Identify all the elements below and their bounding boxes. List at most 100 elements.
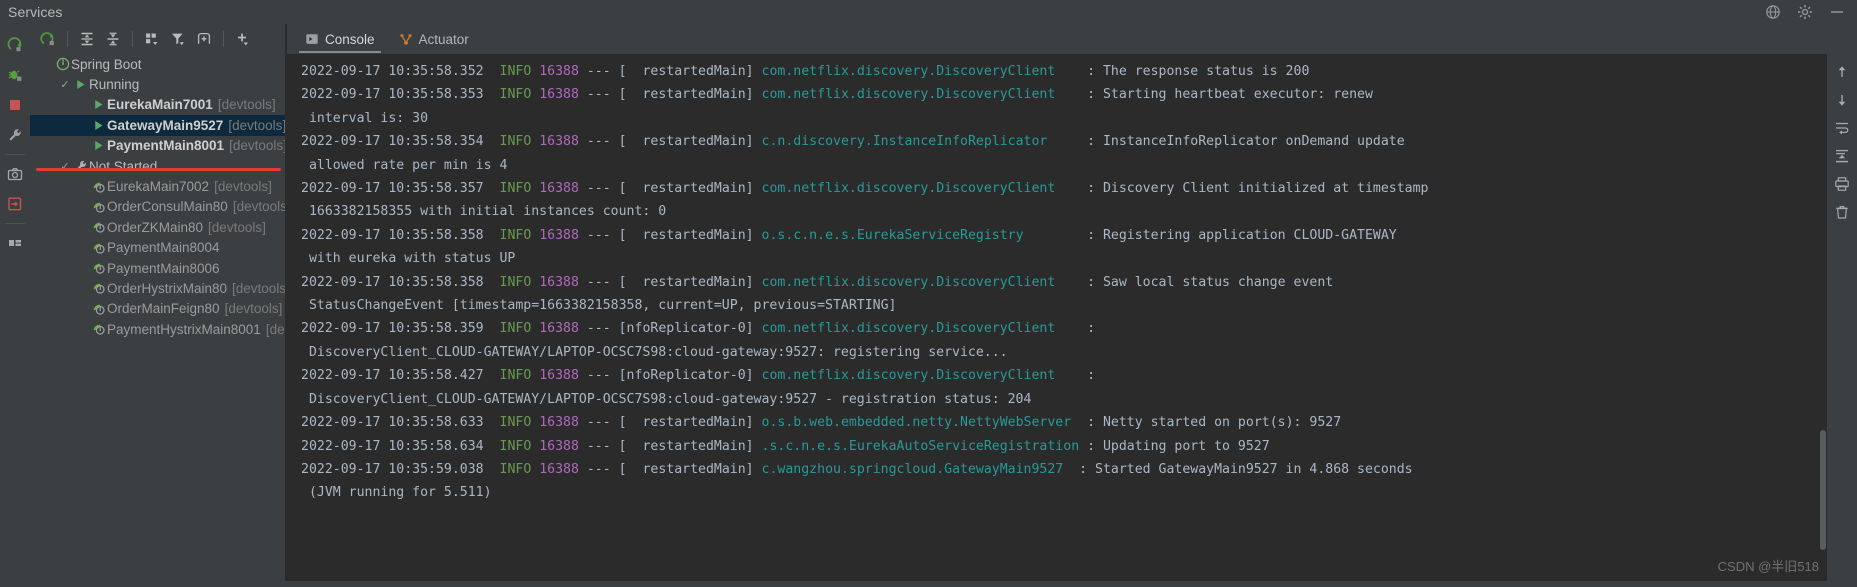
tree-item-label: PaymentHystrixMain8001 xyxy=(107,321,261,337)
console-segment-ts: --- [ restartedMain] xyxy=(578,87,762,103)
console-segment-msg: : Starting heartbeat executor: renew xyxy=(1055,87,1373,103)
console-segment-info: INFO xyxy=(499,321,532,337)
console-line: 2022-09-17 10:35:58.358 INFO 16388 --- [… xyxy=(287,224,1827,247)
expand-all-button[interactable] xyxy=(75,27,99,51)
attach-icon[interactable] xyxy=(2,189,28,219)
console-segment-msg: : xyxy=(1055,321,1096,337)
show-configurations-button[interactable] xyxy=(192,27,216,51)
collapse-all-button[interactable] xyxy=(101,27,125,51)
scroll-down-icon[interactable] xyxy=(1829,86,1855,114)
console-segment-ts: 2022-09-17 10:35:58.353 xyxy=(301,87,500,103)
scroll-to-end-icon[interactable] xyxy=(1829,142,1855,170)
tree-item-label: PaymentMain8001 xyxy=(107,138,225,154)
services-toolbar xyxy=(30,24,291,54)
tree-item-label: EurekaMain7002 xyxy=(107,179,210,195)
console-line: (JVM running for 5.511) xyxy=(287,481,1827,504)
console-scrollbar-thumb[interactable] xyxy=(1820,430,1826,550)
console-segment-ts: 2022-09-17 10:35:58.357 xyxy=(301,181,500,197)
run-icon[interactable] xyxy=(2,30,28,60)
tree-item-label: Running xyxy=(89,77,140,93)
console-segment-pid: 16388 xyxy=(539,87,579,103)
console-segment-msg: (JVM running for 5.511) xyxy=(301,485,492,501)
tree-item-orderzkmain80[interactable]: OrderZKMain80 [devtools] xyxy=(30,217,285,237)
console-line: 2022-09-17 10:35:58.359 INFO 16388 --- [… xyxy=(287,317,1827,340)
page-title: Services xyxy=(8,4,63,20)
console-segment-msg: : Updating port to 9527 xyxy=(1079,438,1270,454)
tree-item-running[interactable]: ✓ Running xyxy=(30,74,285,94)
console-segment-msg: : InstanceInfoReplicator onDemand update xyxy=(1047,134,1405,150)
scroll-up-icon[interactable] xyxy=(1829,58,1855,86)
camera-icon[interactable] xyxy=(2,159,28,189)
spring-leaf-icon xyxy=(90,241,107,255)
hide-icon[interactable] xyxy=(1829,4,1845,20)
tree-item-paymentmain8004[interactable]: PaymentMain8004 xyxy=(30,238,285,258)
console-segment-msg: : xyxy=(1055,368,1096,384)
console-segment-pid: 16388 xyxy=(539,64,579,79)
tree-item-ordermainfeign80[interactable]: OrderMainFeign80 [devtools] xyxy=(30,299,285,319)
console-segment-msg: DiscoveryClient_CLOUD-GATEWAY/LAPTOP-OCS… xyxy=(301,391,1032,407)
console-segment-cls: o.s.b.web.embedded.netty.NettyWebServer xyxy=(761,415,1072,431)
layout-icon[interactable] xyxy=(2,228,28,258)
stop-icon[interactable] xyxy=(2,90,28,120)
tree-item-paymentmain8006[interactable]: PaymentMain8006 xyxy=(30,258,285,278)
console-segment-msg: : Started GatewayMain9527 in 4.868 secon… xyxy=(1063,461,1413,477)
tree-item-label: EurekaMain7001 xyxy=(107,97,213,113)
tree-item-label: OrderMainFeign80 xyxy=(107,301,220,317)
tree-item-not-started[interactable]: ✓ Not Started xyxy=(30,156,285,176)
console-segment-ts: --- [ restartedMain] xyxy=(578,415,762,431)
console-segment-msg: allowed rate per min is 4 xyxy=(301,157,508,173)
soft-wrap-icon[interactable] xyxy=(1829,114,1855,142)
run-tool-sidebar xyxy=(0,24,30,587)
debug-icon[interactable] xyxy=(2,60,28,90)
console-segment-cls: com.netflix.discovery.DiscoveryClient xyxy=(761,274,1056,290)
settings-sync-icon[interactable] xyxy=(1765,4,1781,20)
tab-console[interactable]: Console xyxy=(295,25,385,53)
console-segment-pid: 16388 xyxy=(539,274,579,290)
console-segment-pid: 16388 xyxy=(539,461,579,477)
toolbar-divider-1 xyxy=(67,31,68,47)
tree-item-orderconsulmain80[interactable]: OrderConsulMain80 [devtools] xyxy=(30,197,285,217)
tab-actuator[interactable]: Actuator xyxy=(389,25,479,53)
tree-item-orderhystrixmain80[interactable]: OrderHystrixMain80 [devtools] xyxy=(30,278,285,298)
console-segment-ts: 2022-09-17 10:35:58.427 xyxy=(301,368,500,384)
console-line: allowed rate per min is 4 xyxy=(287,154,1827,177)
console-segment-pid: 16388 xyxy=(539,134,579,150)
console-segment-info: INFO xyxy=(499,415,532,431)
sidebar-divider-2 xyxy=(5,223,25,224)
group-by-button[interactable] xyxy=(140,27,164,51)
tree-item-paymentmain8001[interactable]: PaymentMain8001 [devtools] xyxy=(30,136,285,156)
tree-item-eurekamain7001[interactable]: EurekaMain7001 [devtools] xyxy=(30,95,285,115)
console-line: DiscoveryClient_CLOUD-GATEWAY/LAPTOP-OCS… xyxy=(287,388,1827,411)
console-segment-ts: --- [nfoReplicator-0] xyxy=(578,368,762,384)
tree-item-devtools-badge: [devtools] xyxy=(229,138,285,154)
tree-item-gatewaymain9527[interactable]: GatewayMain9527 [devtools] xyxy=(30,115,285,136)
console-segment-msg: 1663382158355 with initial instances cou… xyxy=(301,204,667,220)
console-segment-msg: : Saw local status change event xyxy=(1055,274,1334,290)
add-service-button[interactable] xyxy=(231,27,255,51)
console-segment-cls: c.n.discovery.InstanceInfoReplicator xyxy=(761,134,1048,150)
tree-item-devtools-badge: [devtools] xyxy=(208,219,266,235)
console-segment-cls: o.s.c.n.e.s.EurekaServiceRegistry xyxy=(761,227,1024,243)
console-line: DiscoveryClient_CLOUD-GATEWAY/LAPTOP-OCS… xyxy=(287,341,1827,364)
console-line: 2022-09-17 10:35:58.357 INFO 16388 --- [… xyxy=(287,177,1827,200)
tree-item-label: PaymentMain8004 xyxy=(107,240,220,256)
console-output[interactable]: 2022-09-17 10:35:58.352 INFO 16388 --- [… xyxy=(287,54,1827,581)
filter-button[interactable] xyxy=(166,27,190,51)
tree-item-eurekamain7002[interactable]: EurekaMain7002 [devtools] xyxy=(30,176,285,196)
tree-item-paymenthystrixmain8001[interactable]: PaymentHystrixMain8001[devtoo xyxy=(30,319,285,339)
console-line: 2022-09-17 10:35:58.634 INFO 16388 --- [… xyxy=(287,435,1827,458)
gear-icon[interactable] xyxy=(1797,4,1813,20)
console-segment-cls: .s.c.n.e.s.EurekaAutoServiceRegistration xyxy=(761,438,1080,454)
console-segment-info: INFO xyxy=(499,87,532,103)
print-icon[interactable] xyxy=(1829,170,1855,198)
tree-item-devtools-badge: [devtools] xyxy=(232,280,285,296)
wrench-icon[interactable] xyxy=(2,120,28,150)
console-segment-ts: 2022-09-17 10:35:58.633 xyxy=(301,415,500,431)
tree-item-label: OrderHystrixMain80 xyxy=(107,280,228,296)
services-tree[interactable]: Spring Boot ✓ Running EurekaMain7001 [devtoo… xyxy=(30,54,285,581)
tree-item-devtools-badge: [devtools] xyxy=(214,179,272,195)
tree-item-spring-boot[interactable]: Spring Boot xyxy=(30,54,285,74)
trash-icon[interactable] xyxy=(1829,198,1855,226)
rerun-button[interactable] xyxy=(36,27,60,51)
tab-label: Console xyxy=(325,31,375,47)
